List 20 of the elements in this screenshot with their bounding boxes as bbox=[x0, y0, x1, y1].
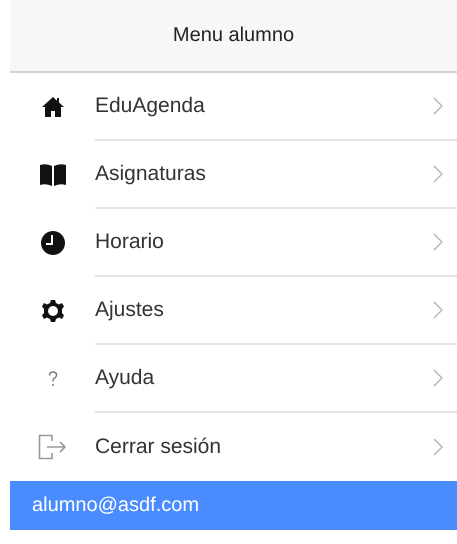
chevron-right-icon bbox=[433, 369, 443, 387]
chevron-right-icon bbox=[433, 97, 443, 115]
logout-icon bbox=[38, 434, 68, 460]
menu-item[interactable]: EduAgenda bbox=[10, 73, 457, 141]
menu-item[interactable]: Asignaturas bbox=[10, 141, 457, 209]
book-icon bbox=[38, 163, 66, 187]
chevron-right-icon bbox=[433, 233, 443, 251]
clock-icon bbox=[40, 230, 66, 256]
chevron-right-icon bbox=[433, 165, 443, 183]
menu-item[interactable]: Ajustes bbox=[10, 277, 457, 345]
menu-item[interactable]: Ayuda bbox=[10, 345, 457, 413]
menu-item[interactable]: Cerrar sesión bbox=[10, 413, 457, 481]
settings-icon bbox=[40, 299, 64, 323]
chevron-right-icon bbox=[433, 438, 443, 456]
chevron-right-icon bbox=[433, 301, 443, 319]
help-icon bbox=[48, 371, 58, 387]
home-icon bbox=[40, 96, 64, 118]
menu-item[interactable]: Horario bbox=[10, 209, 457, 277]
user-email: alumno@asdf.com bbox=[32, 494, 200, 517]
menu-title: Menu alumno bbox=[172, 24, 294, 47]
